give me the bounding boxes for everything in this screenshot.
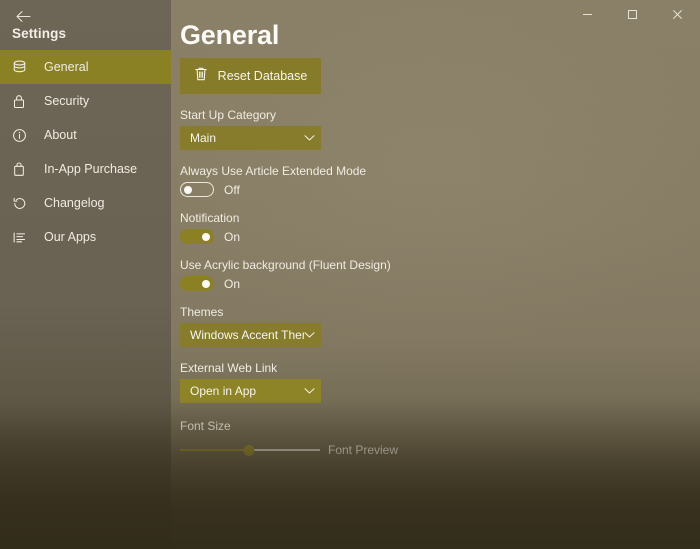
themes-dropdown[interactable]: Windows Accent Theme (180, 323, 321, 347)
close-icon (673, 9, 682, 19)
start-up-category-dropdown[interactable]: Main (180, 126, 321, 150)
toggle-knob (202, 279, 210, 288)
maximize-button[interactable] (610, 0, 655, 28)
external-web-link-group: External Web Link Open in App (180, 361, 520, 403)
list-icon (12, 228, 34, 246)
sidebar-item-security[interactable]: Security (0, 84, 171, 118)
sidebar-item-label: In-App Purchase (44, 162, 138, 176)
external-web-link-label: External Web Link (180, 361, 278, 375)
sidebar-item-label: About (44, 128, 77, 142)
lock-icon (12, 92, 34, 110)
font-preview-text: Font Preview (328, 443, 399, 457)
chevron-down-icon (304, 387, 315, 395)
acrylic-background-state: On (224, 276, 241, 291)
main-pane: General Reset Database Start Up Category (171, 0, 700, 549)
minimize-icon (583, 13, 592, 15)
slider-thumb[interactable] (243, 444, 255, 456)
external-web-link-dropdown[interactable]: Open in App (180, 379, 321, 403)
sidebar-item-changelog[interactable]: Changelog (0, 186, 171, 220)
minimize-button[interactable] (565, 0, 610, 28)
info-circle-icon (12, 126, 34, 144)
font-size-row: Font Preview (180, 441, 520, 459)
trash-icon (194, 66, 208, 87)
sidebar-item-in-app-purchase[interactable]: In-App Purchase (0, 152, 171, 186)
notification-label: Notification (180, 211, 240, 225)
start-up-category-label: Start Up Category (180, 108, 277, 122)
acrylic-background-label: Use Acrylic background (Fluent Design) (180, 258, 391, 272)
themes-group: Themes Windows Accent Theme (180, 305, 520, 347)
settings-content: Reset Database Start Up Category Main Al… (180, 58, 520, 459)
notification-toggle[interactable] (180, 229, 214, 244)
sidebar-item-label: Security (44, 94, 90, 108)
window-controls (565, 0, 700, 28)
maximize-icon (628, 9, 637, 19)
sidebar-item-label: Our Apps (44, 230, 97, 244)
notification-group: Notification On (180, 211, 520, 244)
sidebar-item-general[interactable]: General (0, 50, 171, 84)
article-extended-mode-group: Always Use Article Extended Mode Off (180, 164, 520, 197)
toggle-knob (202, 232, 210, 241)
article-extended-mode-toggle[interactable] (180, 182, 214, 197)
notification-row: On (180, 229, 520, 244)
reset-database-button[interactable]: Reset Database (180, 58, 321, 94)
slider-fill (180, 449, 249, 451)
shopping-bag-icon (12, 160, 34, 178)
settings-window: Settings General Security About In-App P… (0, 0, 700, 549)
sidebar-item-our-apps[interactable]: Our Apps (0, 220, 171, 254)
article-extended-mode-state: Off (224, 182, 240, 197)
database-icon (12, 58, 34, 76)
chevron-down-icon (304, 134, 315, 142)
start-up-category-value: Main (190, 131, 217, 145)
sidebar-nav: General Security About In-App Purchase C… (0, 50, 171, 254)
chevron-down-icon (304, 331, 315, 339)
themes-value: Windows Accent Theme (190, 328, 304, 342)
reset-database-label: Reset Database (217, 69, 308, 83)
sidebar-item-label: Changelog (44, 196, 105, 210)
article-extended-mode-row: Off (180, 182, 520, 197)
sidebar: Settings General Security About In-App P… (0, 0, 171, 549)
page-title: General (180, 20, 280, 50)
acrylic-background-group: Use Acrylic background (Fluent Design) O… (180, 258, 520, 291)
toggle-knob (184, 185, 192, 194)
sidebar-title: Settings (12, 26, 67, 41)
font-size-slider[interactable] (180, 441, 320, 459)
close-button[interactable] (655, 0, 700, 28)
themes-label: Themes (180, 305, 224, 319)
article-extended-mode-label: Always Use Article Extended Mode (180, 164, 367, 178)
start-up-category-group: Start Up Category Main (180, 108, 520, 150)
history-icon (12, 194, 34, 212)
back-arrow-icon (15, 10, 31, 22)
acrylic-background-toggle[interactable] (180, 276, 214, 291)
font-size-group: Font Size Font Preview (180, 419, 520, 459)
sidebar-item-label: General (44, 60, 89, 74)
sidebar-item-about[interactable]: About (0, 118, 171, 152)
font-size-label: Font Size (180, 419, 231, 433)
acrylic-background-row: On (180, 276, 520, 291)
notification-state: On (224, 229, 241, 244)
external-web-link-value: Open in App (190, 384, 257, 398)
